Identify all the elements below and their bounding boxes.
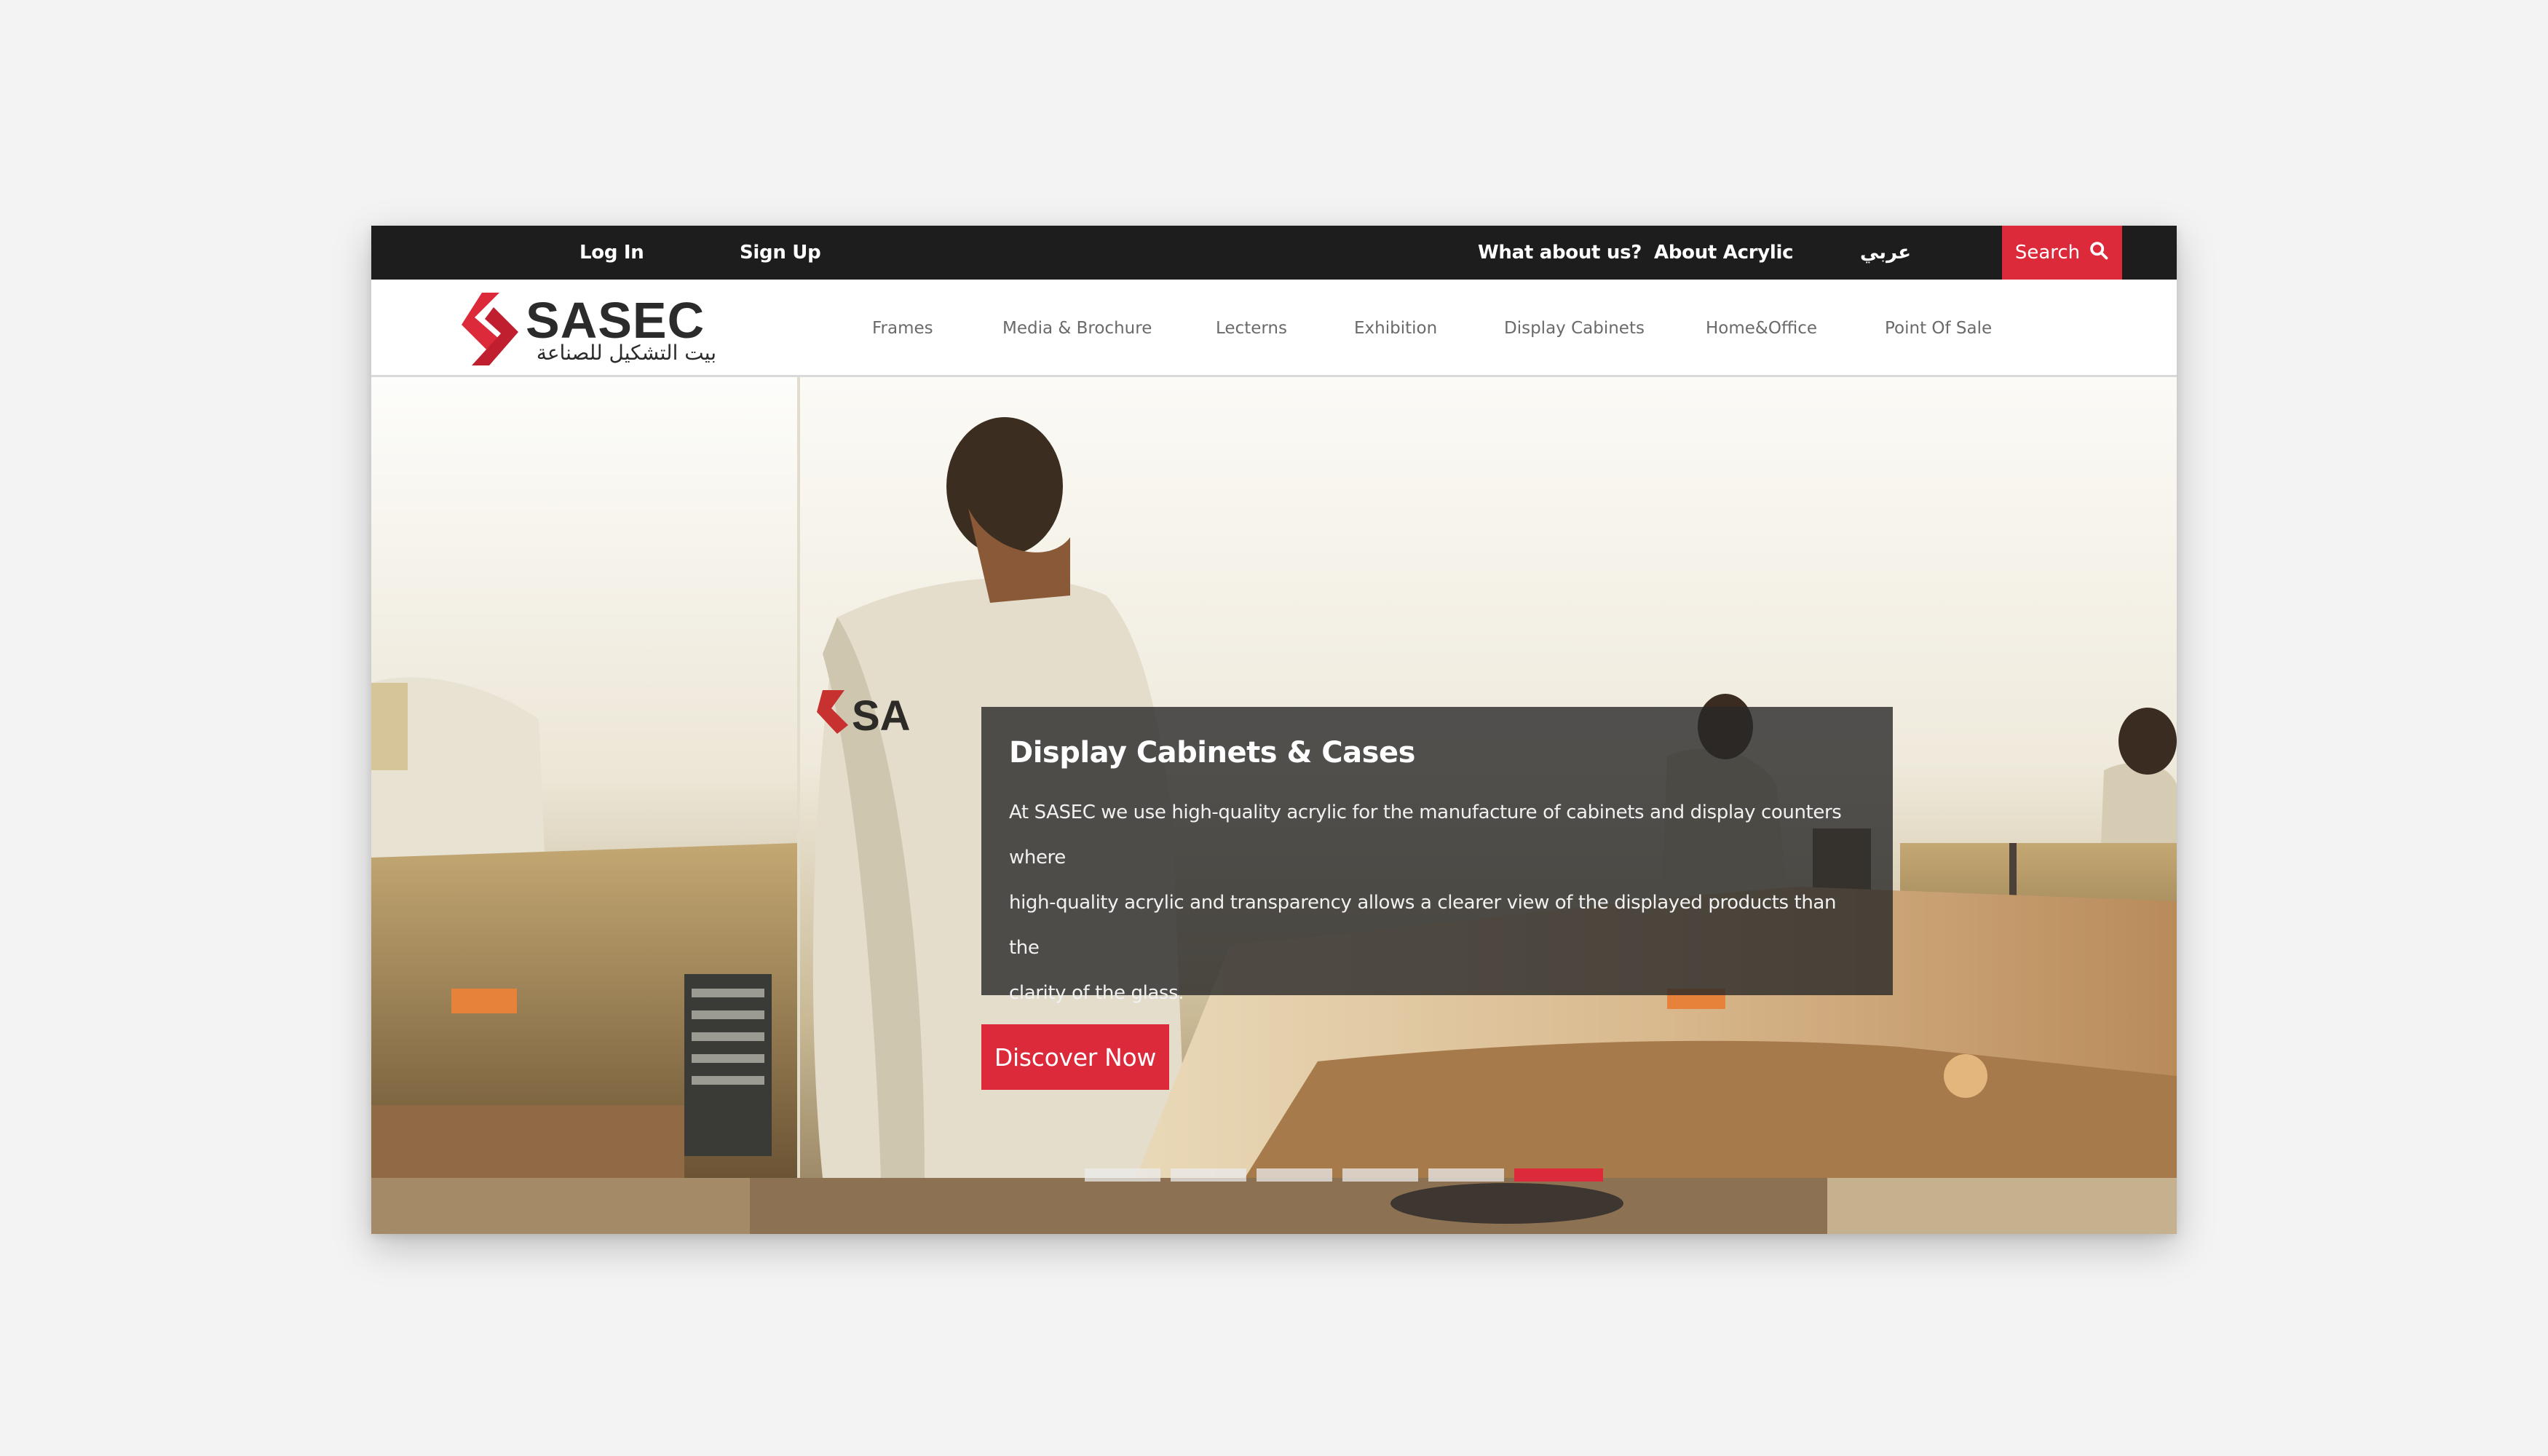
slide-dot-2[interactable]: [1171, 1168, 1246, 1182]
search-button[interactable]: Search: [2002, 226, 2122, 280]
nav-item-display-cabinets[interactable]: Display Cabinets: [1504, 280, 1645, 377]
hero-description-line-1: At SASEC we use high-quality acrylic for…: [1009, 802, 1842, 869]
hero-slider: SA Display Cabinets & Cases At SASEC we …: [371, 377, 2177, 1234]
brand-name: SASEC: [526, 292, 705, 349]
slide-dot-3[interactable]: [1257, 1168, 1332, 1182]
hero-description-line-2: high-quality acrylic and transparency al…: [1009, 892, 1837, 959]
hero-description-line-3: clarity of the glass.: [1009, 982, 1184, 1004]
logo-mark-icon: [462, 293, 518, 365]
slide-dot-6-active[interactable]: [1514, 1168, 1603, 1182]
slider-pagination: [1085, 1168, 1603, 1183]
nav-item-point-of-sale[interactable]: Point Of Sale: [1885, 280, 1992, 377]
hero-caption-box: Display Cabinets & Cases At SASEC we use…: [981, 707, 1893, 1004]
slide-dot-4[interactable]: [1342, 1168, 1418, 1182]
search-button-label: Search: [2014, 242, 2081, 264]
nav-item-media-brochure[interactable]: Media & Brochure: [1002, 280, 1152, 377]
login-link[interactable]: Log In: [579, 226, 644, 280]
brand-arabic-tagline: بيت التشكيل للصناعة: [536, 341, 716, 365]
main-nav: SASEC بيت التشكيل للصناعة Frames Media &…: [371, 280, 2177, 377]
discover-now-button[interactable]: Discover Now: [981, 1024, 1169, 1090]
top-bar: Log In Sign Up What about us? About Acry…: [371, 226, 2177, 280]
svg-text:SA: SA: [852, 692, 911, 740]
sasec-logo[interactable]: SASEC بيت التشكيل للصناعة: [457, 293, 719, 365]
slide-dot-1[interactable]: [1085, 1168, 1160, 1182]
hero-description: At SASEC we use high-quality acrylic for…: [1009, 790, 1865, 1016]
signup-link[interactable]: Sign Up: [740, 226, 821, 280]
slide-dot-5[interactable]: [1428, 1168, 1504, 1182]
browser-frame: Log In Sign Up What about us? About Acry…: [371, 226, 2177, 1234]
arabic-language-link[interactable]: عربي: [1860, 226, 1911, 280]
nav-item-lecterns[interactable]: Lecterns: [1216, 280, 1287, 377]
hero-title: Display Cabinets & Cases: [1009, 736, 1415, 769]
nav-item-home-office[interactable]: Home&Office: [1706, 280, 1817, 377]
about-us-link[interactable]: What about us?: [1478, 226, 1642, 280]
search-icon: [2089, 240, 2109, 266]
nav-item-frames[interactable]: Frames: [872, 280, 933, 377]
about-acrylic-link[interactable]: About Acrylic: [1654, 226, 1794, 280]
nav-item-exhibition[interactable]: Exhibition: [1354, 280, 1437, 377]
